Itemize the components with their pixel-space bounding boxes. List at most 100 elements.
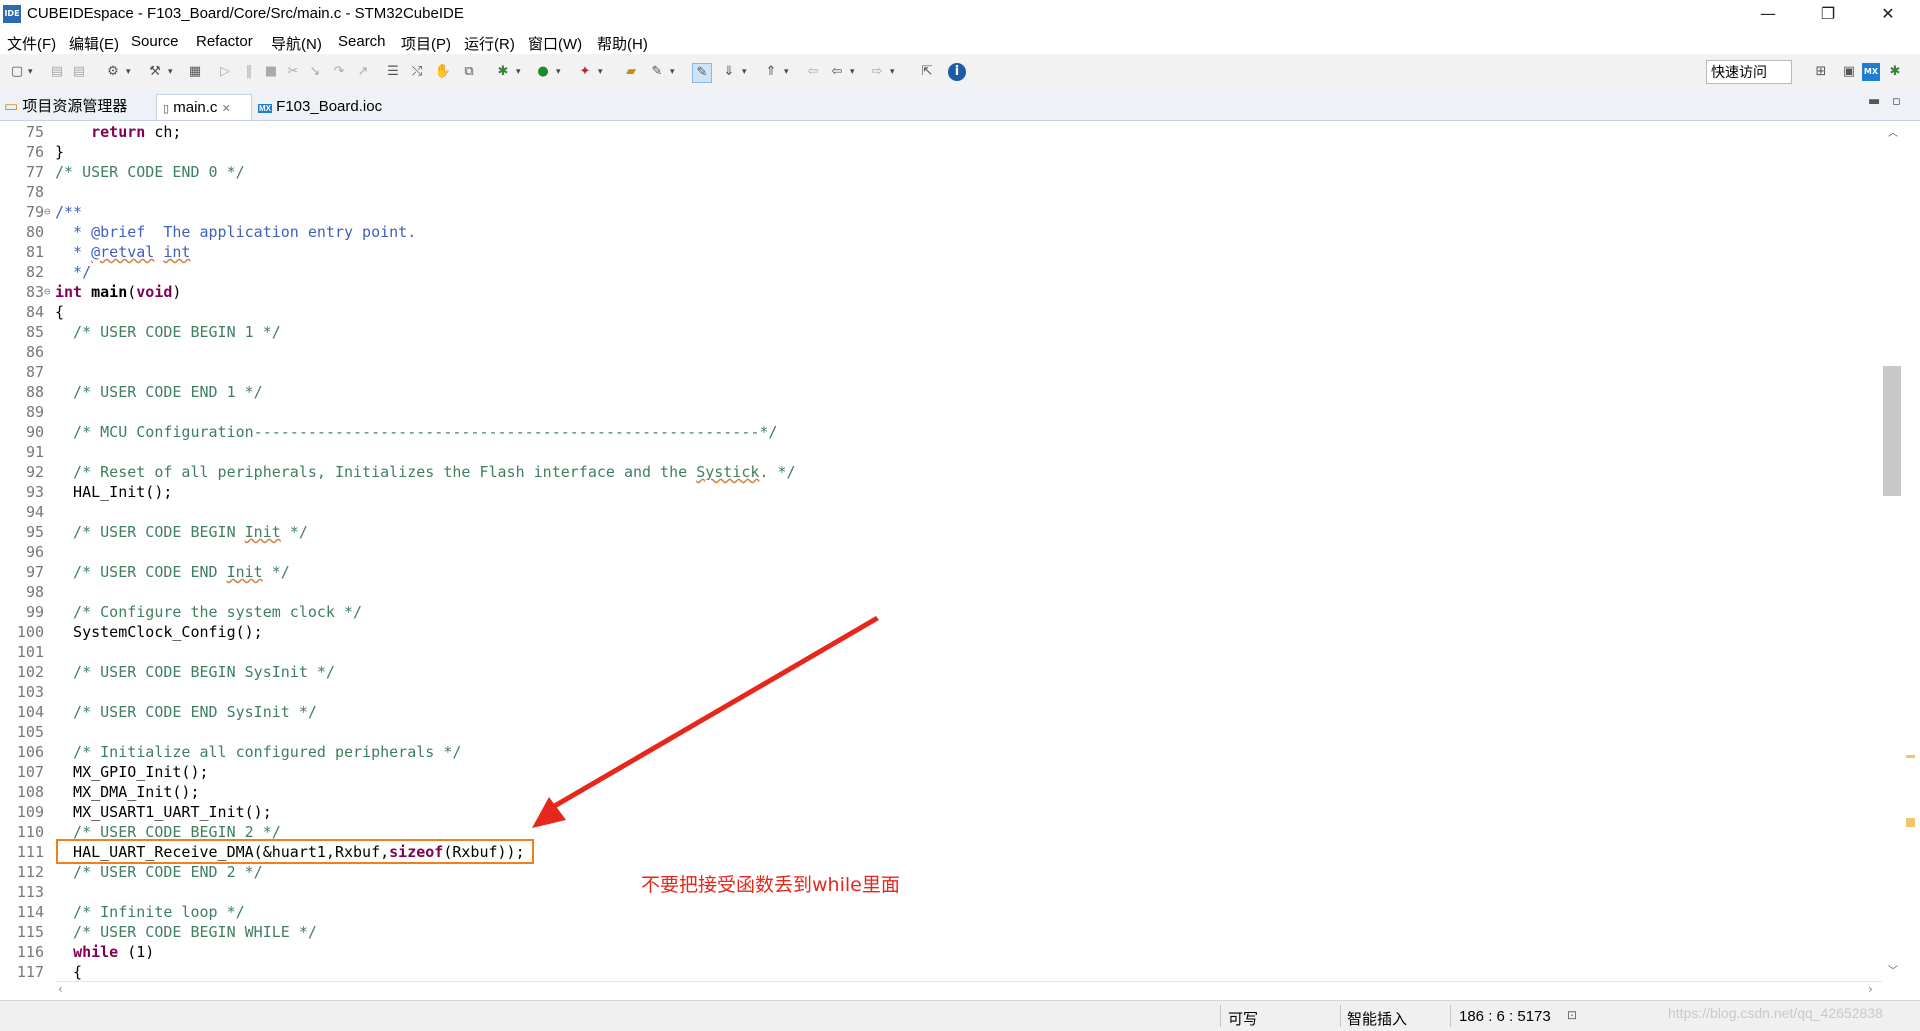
chevron-down-icon[interactable]: ▾	[742, 63, 750, 81]
code-line[interactable]: 87	[0, 362, 1880, 382]
chevron-down-icon[interactable]: ▾	[784, 63, 792, 81]
code-line[interactable]: 83 ⊖ int main(void)	[0, 282, 1880, 302]
code-line[interactable]: 102 /* USER CODE BEGIN SysInit */	[0, 662, 1880, 682]
code-line[interactable]: 114 /* Infinite loop */	[0, 902, 1880, 922]
code-line[interactable]: 104 /* USER CODE END SysInit */	[0, 702, 1880, 722]
back-icon[interactable]: ⇦	[828, 63, 846, 81]
scroll-thumb[interactable]	[1883, 366, 1901, 496]
disconnect-icon[interactable]: ✂	[284, 63, 302, 81]
cpp-perspective-icon[interactable]: ▣	[1840, 63, 1858, 81]
open-folder-icon[interactable]: ▰	[622, 63, 640, 81]
fold-toggle-icon[interactable]: ⊖	[44, 282, 54, 302]
code-line[interactable]: 108 MX_DMA_Init();	[0, 782, 1880, 802]
horizontal-scrollbar[interactable]: ‹ ›	[56, 981, 1882, 1000]
build-config-icon[interactable]: ⚙	[104, 63, 122, 81]
close-icon[interactable]: ✕	[222, 103, 231, 115]
chevron-down-icon[interactable]: ▾	[598, 63, 606, 81]
overview-marker[interactable]	[1906, 818, 1915, 827]
code-line[interactable]: 79 ⊖/**	[0, 202, 1880, 222]
chevron-down-icon[interactable]: ▾	[516, 63, 524, 81]
debug-icon[interactable]: ✱	[494, 63, 512, 81]
code-line[interactable]: 82 */	[0, 262, 1880, 282]
pin-editor-icon[interactable]: ⇱	[918, 63, 936, 81]
code-line[interactable]: 92 /* Reset of all peripherals, Initiali…	[0, 462, 1880, 482]
minimize-button[interactable]: —	[1740, 0, 1796, 30]
chevron-down-icon[interactable]: ▾	[126, 63, 134, 81]
code-line[interactable]: 86	[0, 342, 1880, 362]
save-icon[interactable]: ▤	[48, 63, 66, 81]
tab-project-explorer[interactable]: ▭ 项目资源管理器	[4, 94, 127, 120]
tab-main-c[interactable]: ▯ main.c ✕	[156, 94, 252, 120]
open-perspective-icon[interactable]: ⊞	[1812, 63, 1830, 81]
scroll-left-icon[interactable]: ‹	[58, 982, 63, 996]
console-icon[interactable]: ☰	[384, 63, 402, 81]
code-line[interactable]: 101	[0, 642, 1880, 662]
menu-project[interactable]: 项目(P)	[401, 33, 451, 54]
suspend-icon[interactable]: ‖	[240, 63, 258, 81]
save-all-icon[interactable]: ▤	[70, 63, 88, 81]
hand-icon[interactable]: ✋	[434, 63, 452, 81]
step-return-icon[interactable]: ↗	[354, 63, 372, 81]
mx-perspective-icon[interactable]: MX	[1862, 63, 1880, 81]
binary-icon[interactable]: ▦	[186, 63, 204, 81]
code-line[interactable]: 97 /* USER CODE END Init */	[0, 562, 1880, 582]
chevron-down-icon[interactable]: ▾	[890, 63, 898, 81]
menu-file[interactable]: 文件(F)	[7, 33, 56, 54]
chevron-down-icon[interactable]: ▾	[850, 63, 858, 81]
code-line[interactable]: 106 /* Initialize all configured periphe…	[0, 742, 1880, 762]
code-line[interactable]: 112 /* USER CODE END 2 */	[0, 862, 1880, 882]
prev-annotation-icon[interactable]: ⇑	[762, 63, 780, 81]
pencil-icon[interactable]: ✎	[648, 63, 666, 81]
code-line[interactable]: 113	[0, 882, 1880, 902]
minimize-editor-icon[interactable]: ▬	[1868, 94, 1880, 109]
next-annotation-icon[interactable]: ⇓	[720, 63, 738, 81]
chevron-down-icon[interactable]: ▾	[168, 63, 176, 81]
code-line[interactable]: 116 while (1)	[0, 942, 1880, 962]
code-line[interactable]: 95 /* USER CODE BEGIN Init */	[0, 522, 1880, 542]
quick-access-input[interactable]: 快速访问	[1706, 60, 1792, 84]
code-line[interactable]: 117 {	[0, 962, 1880, 981]
code-line[interactable]: 78	[0, 182, 1880, 202]
run-icon[interactable]: ●	[534, 63, 552, 81]
code-line[interactable]: 93 HAL_Init();	[0, 482, 1880, 502]
code-line[interactable]: 115 /* USER CODE BEGIN WHILE */	[0, 922, 1880, 942]
menu-source[interactable]: Source	[131, 33, 179, 50]
code-line[interactable]: 105	[0, 722, 1880, 742]
run-external-icon[interactable]: ✦	[576, 63, 594, 81]
vertical-scrollbar[interactable]	[1882, 121, 1904, 981]
code-line[interactable]: 77 /* USER CODE END 0 */	[0, 162, 1880, 182]
menu-navigate[interactable]: 导航(N)	[271, 33, 322, 54]
info-icon[interactable]: i	[948, 63, 966, 81]
code-line[interactable]: 91	[0, 442, 1880, 462]
tab-ioc[interactable]: MX F103_Board.ioc	[258, 94, 382, 120]
code-line[interactable]: 75 return ch;	[0, 122, 1880, 142]
code-line[interactable]: 98	[0, 582, 1880, 602]
code-line[interactable]: 99 /* Configure the system clock */	[0, 602, 1880, 622]
scroll-up-icon[interactable]: ︿	[1882, 124, 1904, 139]
resume-icon[interactable]: ▷	[216, 63, 234, 81]
mark-occurrences-icon[interactable]: ✎	[692, 63, 712, 83]
scroll-down-icon[interactable]: ﹀	[1882, 962, 1904, 977]
menu-window[interactable]: 窗口(W)	[528, 33, 582, 54]
terminate-icon[interactable]: ■	[262, 63, 280, 81]
code-line[interactable]: 80 * @brief The application entry point.	[0, 222, 1880, 242]
code-line[interactable]: 88 /* USER CODE END 1 */	[0, 382, 1880, 402]
menu-edit[interactable]: 编辑(E)	[69, 33, 119, 54]
maximize-editor-icon[interactable]: ▫	[1892, 94, 1901, 109]
skip-breakpoints-icon[interactable]: ⤭	[408, 63, 426, 81]
forward-icon[interactable]: ⇨	[868, 63, 886, 81]
code-line[interactable]: 96	[0, 542, 1880, 562]
code-line[interactable]: 81 * @retval int	[0, 242, 1880, 262]
menu-run[interactable]: 运行(R)	[464, 33, 515, 54]
external-tools-icon[interactable]: ⧉	[460, 63, 478, 81]
code-line[interactable]: 89	[0, 402, 1880, 422]
chevron-down-icon[interactable]: ▾	[28, 63, 36, 81]
chevron-down-icon[interactable]: ▾	[556, 63, 564, 81]
scroll-right-icon[interactable]: ›	[1868, 982, 1873, 996]
step-into-icon[interactable]: ↘	[306, 63, 324, 81]
restore-button[interactable]: ❐	[1800, 0, 1856, 30]
code-line[interactable]: 100 SystemClock_Config();	[0, 622, 1880, 642]
menu-refactor[interactable]: Refactor	[196, 33, 253, 50]
overview-marker[interactable]	[1906, 755, 1915, 758]
chevron-down-icon[interactable]: ▾	[670, 63, 678, 81]
